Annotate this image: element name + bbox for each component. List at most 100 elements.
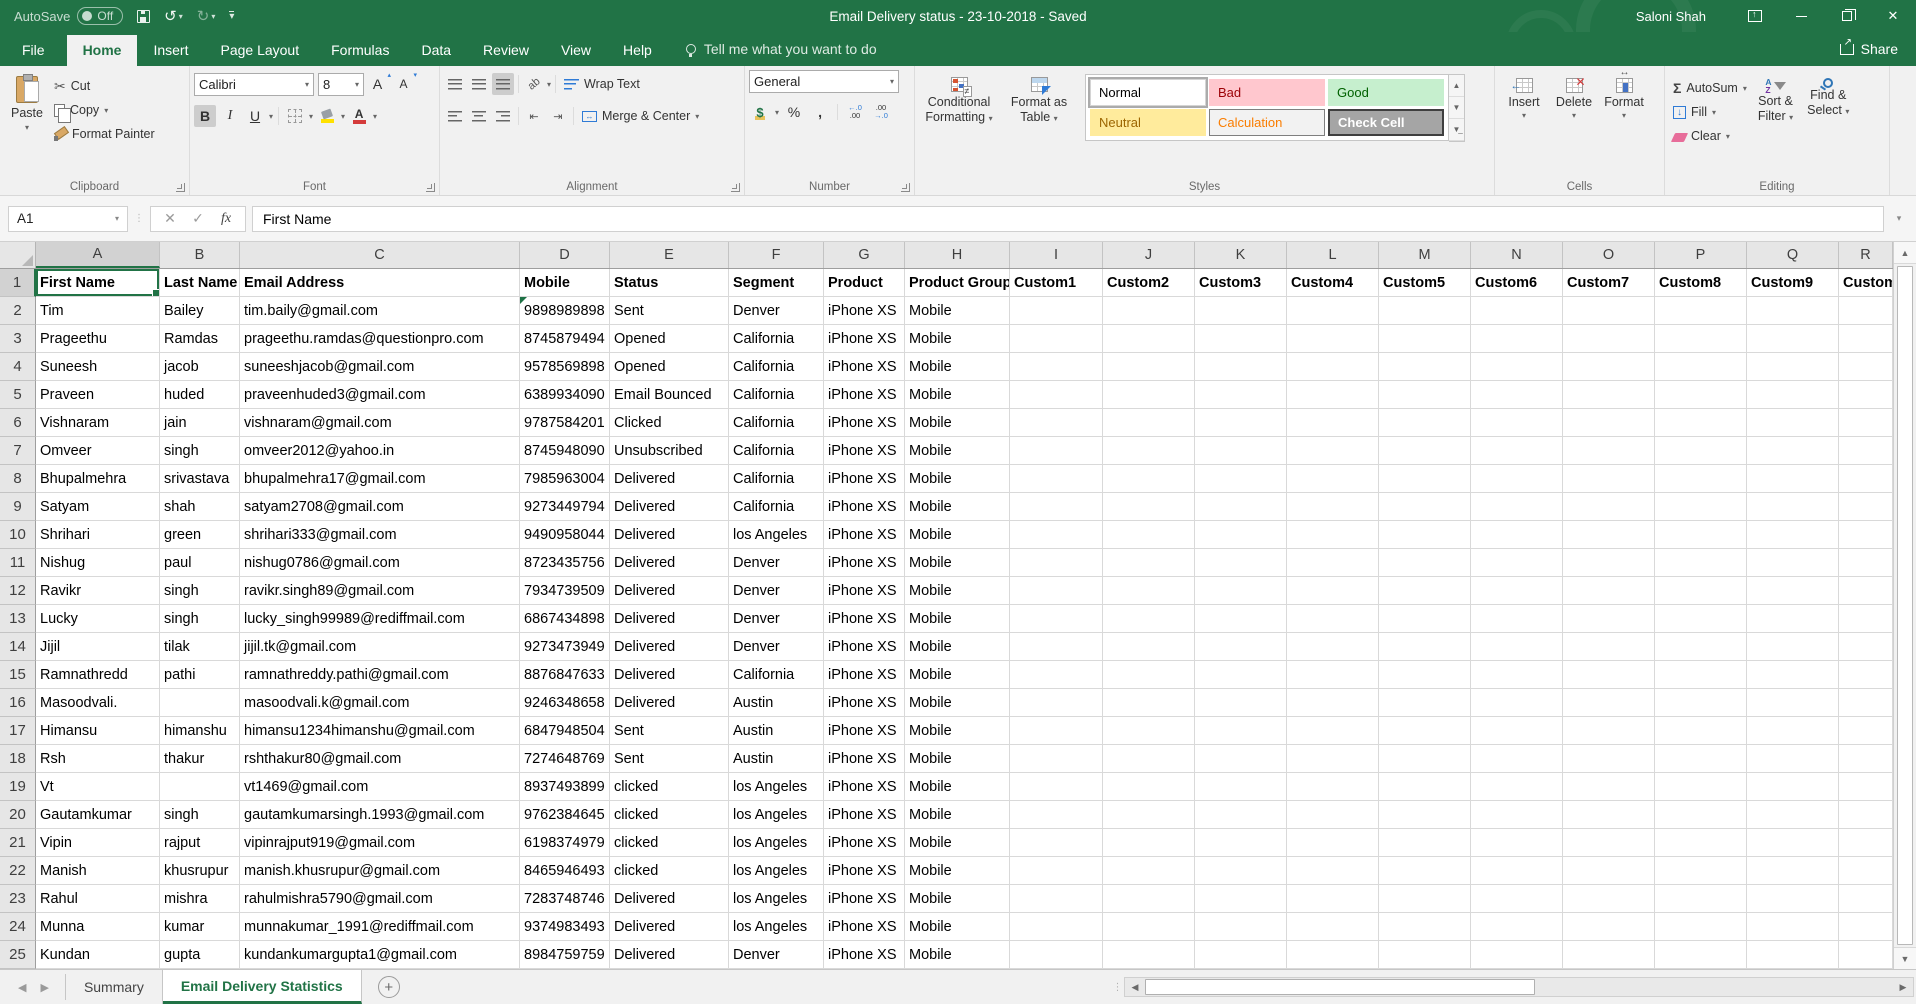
cell-R14[interactable]	[1839, 633, 1893, 661]
decrease-font-size-button[interactable]: A	[394, 73, 416, 95]
cell-G6[interactable]: iPhone XS	[824, 409, 905, 437]
cell-J16[interactable]	[1103, 689, 1195, 717]
conditional-formatting-button[interactable]: ConditionalFormatting ▾	[919, 70, 999, 179]
cell-B18[interactable]: thakur	[160, 745, 240, 773]
user-name[interactable]: Saloni Shah	[1636, 9, 1706, 24]
cell-G20[interactable]: iPhone XS	[824, 801, 905, 829]
cell-C10[interactable]: shrihari333@gmail.com	[240, 521, 520, 549]
cell-E9[interactable]: Delivered	[610, 493, 729, 521]
cell-D17[interactable]: 6847948504	[520, 717, 610, 745]
chevron-down-icon[interactable]: ▾	[1845, 107, 1849, 116]
cell-H15[interactable]: Mobile	[905, 661, 1010, 689]
cell-A17[interactable]: Himansu	[36, 717, 160, 745]
cell-L14[interactable]	[1287, 633, 1379, 661]
cell-K5[interactable]	[1195, 381, 1287, 409]
cell-D14[interactable]: 9273473949	[520, 633, 610, 661]
cell-I22[interactable]	[1010, 857, 1103, 885]
cell-B4[interactable]: jacob	[160, 353, 240, 381]
autosave-pill[interactable]: Off	[77, 7, 123, 25]
minimize-button[interactable]	[1778, 0, 1824, 32]
fill-button[interactable]: ↓Fill▾	[1669, 100, 1751, 124]
cell-Q12[interactable]	[1747, 577, 1839, 605]
cell-O2[interactable]	[1563, 297, 1655, 325]
cell-I15[interactable]	[1010, 661, 1103, 689]
cell-K9[interactable]	[1195, 493, 1287, 521]
cell-P12[interactable]	[1655, 577, 1747, 605]
cell-M1[interactable]: Custom5	[1379, 269, 1471, 297]
formula-bar-grip[interactable]: ⋮	[134, 217, 144, 221]
cell-N5[interactable]	[1471, 381, 1563, 409]
cell-L15[interactable]	[1287, 661, 1379, 689]
row-header-13[interactable]: 13	[0, 605, 36, 633]
cell-P2[interactable]	[1655, 297, 1747, 325]
cell-I4[interactable]	[1010, 353, 1103, 381]
tab-page-layout[interactable]: Page Layout	[204, 35, 315, 66]
cell-M22[interactable]	[1379, 857, 1471, 885]
cell-H10[interactable]: Mobile	[905, 521, 1010, 549]
cell-A7[interactable]: Omveer	[36, 437, 160, 465]
cell-L10[interactable]	[1287, 521, 1379, 549]
cell-J20[interactable]	[1103, 801, 1195, 829]
cell-D23[interactable]: 7283748746	[520, 885, 610, 913]
row-header-21[interactable]: 21	[0, 829, 36, 857]
cell-L21[interactable]	[1287, 829, 1379, 857]
cell-C4[interactable]: suneeshjacob@gmail.com	[240, 353, 520, 381]
cell-B11[interactable]: paul	[160, 549, 240, 577]
cell-G2[interactable]: iPhone XS	[824, 297, 905, 325]
cell-A5[interactable]: Praveen	[36, 381, 160, 409]
cell-L22[interactable]	[1287, 857, 1379, 885]
column-header-N[interactable]: N	[1471, 242, 1563, 268]
row-header-12[interactable]: 12	[0, 577, 36, 605]
chevron-down-icon[interactable]: ▾	[1726, 132, 1730, 141]
cell-R4[interactable]	[1839, 353, 1893, 381]
cell-C2[interactable]: tim.baily@gmail.com	[240, 297, 520, 325]
cell-N10[interactable]	[1471, 521, 1563, 549]
cell-J14[interactable]	[1103, 633, 1195, 661]
redo-button[interactable]: ↻▾	[197, 7, 216, 25]
tab-review[interactable]: Review	[467, 35, 545, 66]
tab-file[interactable]: File	[0, 35, 67, 66]
cell-B8[interactable]: srivastava	[160, 465, 240, 493]
cell-L5[interactable]	[1287, 381, 1379, 409]
cell-I17[interactable]	[1010, 717, 1103, 745]
cell-K23[interactable]	[1195, 885, 1287, 913]
cell-M17[interactable]	[1379, 717, 1471, 745]
cell-J17[interactable]	[1103, 717, 1195, 745]
cell-C11[interactable]: nishug0786@gmail.com	[240, 549, 520, 577]
cell-F7[interactable]: California	[729, 437, 824, 465]
cell-F3[interactable]: California	[729, 325, 824, 353]
scroll-up-icon[interactable]: ▲	[1894, 242, 1916, 264]
cell-Q25[interactable]	[1747, 941, 1839, 969]
cell-R9[interactable]	[1839, 493, 1893, 521]
cell-H19[interactable]: Mobile	[905, 773, 1010, 801]
number-format-select[interactable]: General▾	[749, 70, 899, 93]
cell-C13[interactable]: lucky_singh99989@rediffmail.com	[240, 605, 520, 633]
row-header-8[interactable]: 8	[0, 465, 36, 493]
cell-H14[interactable]: Mobile	[905, 633, 1010, 661]
paste-button[interactable]: Paste ▾	[4, 70, 50, 179]
cell-A21[interactable]: Vipin	[36, 829, 160, 857]
undo-button[interactable]: ↺▾	[164, 7, 183, 25]
cell-R6[interactable]	[1839, 409, 1893, 437]
row-header-18[interactable]: 18	[0, 745, 36, 773]
cell-A22[interactable]: Manish	[36, 857, 160, 885]
cell-P14[interactable]	[1655, 633, 1747, 661]
cell-I10[interactable]	[1010, 521, 1103, 549]
cell-H11[interactable]: Mobile	[905, 549, 1010, 577]
cell-B3[interactable]: Ramdas	[160, 325, 240, 353]
cell-F14[interactable]: Denver	[729, 633, 824, 661]
restore-button[interactable]	[1824, 0, 1870, 32]
cell-L2[interactable]	[1287, 297, 1379, 325]
cell-G18[interactable]: iPhone XS	[824, 745, 905, 773]
column-header-R[interactable]: R	[1839, 242, 1893, 268]
chevron-down-icon[interactable]: ▾	[1712, 108, 1716, 117]
cell-J9[interactable]	[1103, 493, 1195, 521]
cell-H12[interactable]: Mobile	[905, 577, 1010, 605]
cell-J19[interactable]	[1103, 773, 1195, 801]
column-header-D[interactable]: D	[520, 242, 610, 268]
cell-A9[interactable]: Satyam	[36, 493, 160, 521]
cell-C21[interactable]: vipinrajput919@gmail.com	[240, 829, 520, 857]
cell-D4[interactable]: 9578569898	[520, 353, 610, 381]
cell-A23[interactable]: Rahul	[36, 885, 160, 913]
decrease-decimal-button[interactable]: .00→.0	[870, 101, 892, 123]
